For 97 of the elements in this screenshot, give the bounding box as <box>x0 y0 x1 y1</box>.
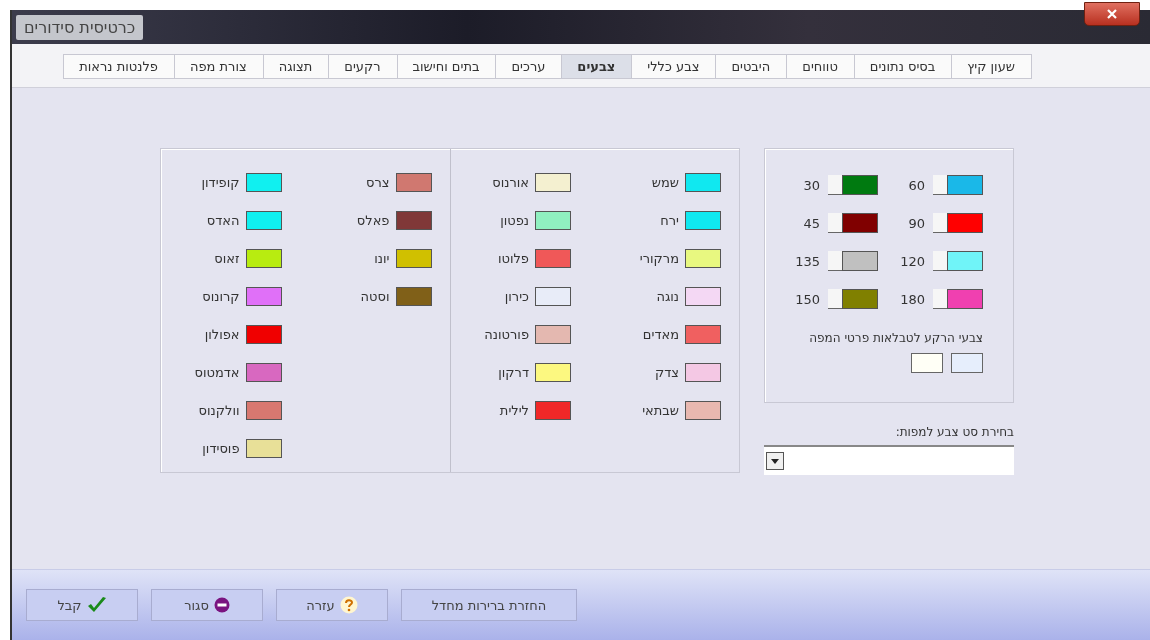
planet-name: פאלס <box>356 213 390 228</box>
planet-name: לילית <box>499 403 529 418</box>
planet-name: נפטון <box>500 213 529 228</box>
planet-name: שמש <box>651 175 679 190</box>
planet-name: פוסידון <box>202 441 240 456</box>
color-swatch[interactable] <box>685 325 721 344</box>
planet-name: פלוטו <box>497 251 529 266</box>
color-swatch[interactable] <box>911 353 943 373</box>
tab[interactable]: צבעים <box>562 54 633 79</box>
color-picker[interactable] <box>933 213 983 233</box>
tab[interactable]: רקעים <box>329 54 398 79</box>
planet-name: וולקנוס <box>198 403 240 418</box>
color-swatch[interactable] <box>535 173 571 192</box>
help-button[interactable]: עזרה <box>276 589 388 621</box>
reset-button[interactable]: החזרת ברירות מחדל <box>401 589 577 621</box>
tab[interactable]: היבטים <box>716 54 788 79</box>
planet-name: יונו <box>374 251 390 266</box>
aspect-angle: 90 <box>908 215 925 231</box>
color-picker[interactable] <box>828 213 878 233</box>
color-swatch[interactable] <box>685 401 721 420</box>
planet-name: צדק <box>654 365 679 380</box>
color-swatch[interactable] <box>245 401 282 420</box>
tab[interactable]: טווחים <box>787 54 855 79</box>
planet-name: פורטונה <box>484 327 529 342</box>
help-icon <box>339 596 358 614</box>
planet-name: אורנוס <box>492 175 529 190</box>
color-swatch[interactable] <box>245 287 282 306</box>
aspect-angle: 180 <box>900 291 925 307</box>
color-swatch[interactable] <box>535 249 571 268</box>
planet-name: וסטה <box>360 289 390 304</box>
color-picker[interactable] <box>828 289 878 309</box>
background-colors-label: צבעי הרקע לטבלאות פרטי המפה <box>808 331 983 345</box>
color-swatch[interactable] <box>395 287 432 306</box>
tab[interactable]: בתים וחישוב <box>397 54 497 79</box>
close-icon <box>1107 9 1117 19</box>
color-set-dropdown[interactable] <box>764 445 1014 475</box>
color-swatch[interactable] <box>245 173 282 192</box>
color-swatch[interactable] <box>245 249 282 268</box>
color-swatch[interactable] <box>535 363 571 382</box>
aspect-angle: 135 <box>795 253 820 269</box>
color-swatch[interactable] <box>685 287 721 306</box>
color-swatch[interactable] <box>685 363 721 382</box>
color-swatch[interactable] <box>245 325 282 344</box>
color-swatch[interactable] <box>245 439 282 458</box>
planet-name: דרקון <box>498 365 529 380</box>
planet-name: נוגה <box>656 289 679 304</box>
checkmark-icon <box>86 596 107 614</box>
close-button[interactable]: סגור <box>151 589 263 621</box>
planet-name: ירח <box>660 213 679 228</box>
aspect-angle: 30 <box>803 177 820 193</box>
color-swatch[interactable] <box>685 249 721 268</box>
aspect-angle: 60 <box>908 177 925 193</box>
color-swatch[interactable] <box>535 325 571 344</box>
color-swatch[interactable] <box>395 173 432 192</box>
planet-name: זאוס <box>214 251 240 266</box>
planet-name: כירון <box>504 289 529 304</box>
tab[interactable]: ערכים <box>496 54 563 79</box>
dropdown-button[interactable] <box>766 452 784 470</box>
color-swatch[interactable] <box>951 353 983 373</box>
planet-name: צרס <box>366 175 390 190</box>
planet-name: אפולון <box>204 327 240 342</box>
color-set-label: בחירת סט צבע למפות: <box>894 425 1014 439</box>
color-swatch[interactable] <box>245 363 282 382</box>
color-swatch[interactable] <box>395 211 432 230</box>
color-picker[interactable] <box>933 175 983 195</box>
color-swatch[interactable] <box>685 173 721 192</box>
tab[interactable]: שעון קיץ <box>952 54 1032 79</box>
planet-name: מרקורי <box>639 251 679 266</box>
tab[interactable]: פלנטות נראות <box>63 54 175 79</box>
tab[interactable]: צבע כללי <box>632 54 717 79</box>
color-picker[interactable] <box>933 289 983 309</box>
planet-name: האדס <box>206 213 240 228</box>
window-title: כרטיסית סידורים <box>16 14 144 40</box>
tab[interactable]: בסיס נתונים <box>854 54 953 79</box>
close-button[interactable] <box>1084 2 1140 26</box>
planet-name: קופידון <box>201 175 240 190</box>
aspect-angle: 150 <box>795 291 820 307</box>
color-swatch[interactable] <box>535 211 571 230</box>
color-picker[interactable] <box>828 175 878 195</box>
planet-name: אדמטוס <box>194 365 240 380</box>
planet-name: שבתאי <box>642 403 679 418</box>
planet-name: קרונוס <box>202 289 240 304</box>
accept-button[interactable]: קבל <box>26 589 138 621</box>
aspect-angle: 120 <box>900 253 925 269</box>
caret-icon <box>771 458 779 464</box>
no-entry-icon <box>213 597 230 613</box>
color-picker[interactable] <box>828 251 878 271</box>
color-swatch[interactable] <box>245 211 282 230</box>
color-picker[interactable] <box>933 251 983 271</box>
aspect-angle: 45 <box>803 215 820 231</box>
planet-name: מאדים <box>642 327 679 342</box>
tab[interactable]: צורת מפה <box>174 54 264 79</box>
color-swatch[interactable] <box>535 401 571 420</box>
tab[interactable]: תצוגה <box>263 54 330 79</box>
color-swatch[interactable] <box>535 287 571 306</box>
color-swatch[interactable] <box>395 249 432 268</box>
color-swatch[interactable] <box>685 211 721 230</box>
